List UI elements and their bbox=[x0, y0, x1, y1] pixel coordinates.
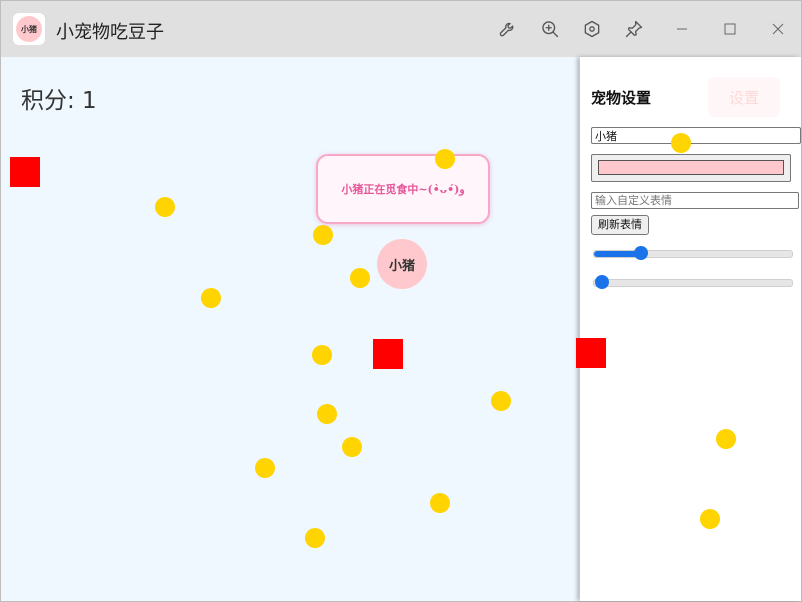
pet-color-picker[interactable] bbox=[591, 154, 791, 182]
food-bean bbox=[700, 509, 720, 529]
food-bean bbox=[716, 429, 736, 449]
panel-title: 宠物设置 bbox=[591, 89, 652, 107]
app-icon: 小猪 bbox=[13, 13, 45, 45]
pin-button[interactable] bbox=[621, 15, 647, 43]
minimize-button[interactable] bbox=[669, 15, 695, 43]
pet-name-input[interactable] bbox=[591, 127, 801, 144]
custom-emoji-input[interactable] bbox=[591, 192, 799, 209]
obstacle-block bbox=[373, 339, 403, 369]
food-bean bbox=[305, 528, 325, 548]
size-slider[interactable] bbox=[593, 275, 793, 289]
settings-button[interactable]: 设置 bbox=[708, 77, 780, 117]
maximize-button[interactable] bbox=[717, 15, 743, 43]
obstacle-block bbox=[576, 338, 606, 368]
close-icon bbox=[772, 23, 784, 35]
food-bean bbox=[342, 437, 362, 457]
food-bean bbox=[155, 197, 175, 217]
settings-panel: 宠物设置 设置 刷新表情 bbox=[576, 57, 801, 601]
obstacle-block bbox=[10, 157, 40, 187]
food-bean bbox=[350, 268, 370, 288]
wrench-icon bbox=[499, 22, 514, 37]
refresh-emoji-button[interactable]: 刷新表情 bbox=[591, 215, 649, 235]
minimize-icon bbox=[677, 28, 687, 30]
maximize-icon bbox=[724, 23, 736, 35]
food-bean bbox=[255, 458, 275, 478]
zoom-in-button[interactable] bbox=[537, 15, 563, 43]
food-bean bbox=[435, 149, 455, 169]
window-title: 小宠物吃豆子 bbox=[56, 22, 164, 43]
food-bean bbox=[313, 225, 333, 245]
zoom-in-icon bbox=[542, 21, 559, 38]
settings-button-titlebar[interactable] bbox=[579, 15, 605, 43]
food-bean bbox=[317, 404, 337, 424]
pin-icon bbox=[625, 20, 643, 38]
slider-thumb[interactable] bbox=[634, 246, 648, 260]
app-icon-label: 小猪 bbox=[16, 16, 42, 42]
slider-thumb[interactable] bbox=[595, 275, 609, 289]
color-swatch bbox=[598, 160, 784, 175]
pet-pig[interactable]: 小猪 bbox=[377, 239, 427, 289]
score-label: 积分: 1 bbox=[21, 88, 97, 114]
app-window: 小猪 小宠物吃豆子 积分: 1 小猪正在觅食中~(•̀ᴗ•́)و 小猪 宠物设置… bbox=[0, 0, 802, 602]
speed-slider[interactable] bbox=[593, 246, 793, 260]
food-bean bbox=[491, 391, 511, 411]
game-area[interactable]: 积分: 1 小猪正在觅食中~(•̀ᴗ•́)و 小猪 bbox=[1, 57, 579, 601]
title-bar: 小猪 小宠物吃豆子 bbox=[1, 1, 801, 57]
hexagon-settings-icon bbox=[584, 20, 600, 38]
food-bean bbox=[201, 288, 221, 308]
close-button[interactable] bbox=[765, 15, 791, 43]
food-bean bbox=[671, 133, 691, 153]
food-bean bbox=[430, 493, 450, 513]
food-bean bbox=[312, 345, 332, 365]
wrench-button[interactable] bbox=[495, 15, 521, 43]
speech-bubble: 小猪正在觅食中~(•̀ᴗ•́)و bbox=[316, 154, 490, 224]
